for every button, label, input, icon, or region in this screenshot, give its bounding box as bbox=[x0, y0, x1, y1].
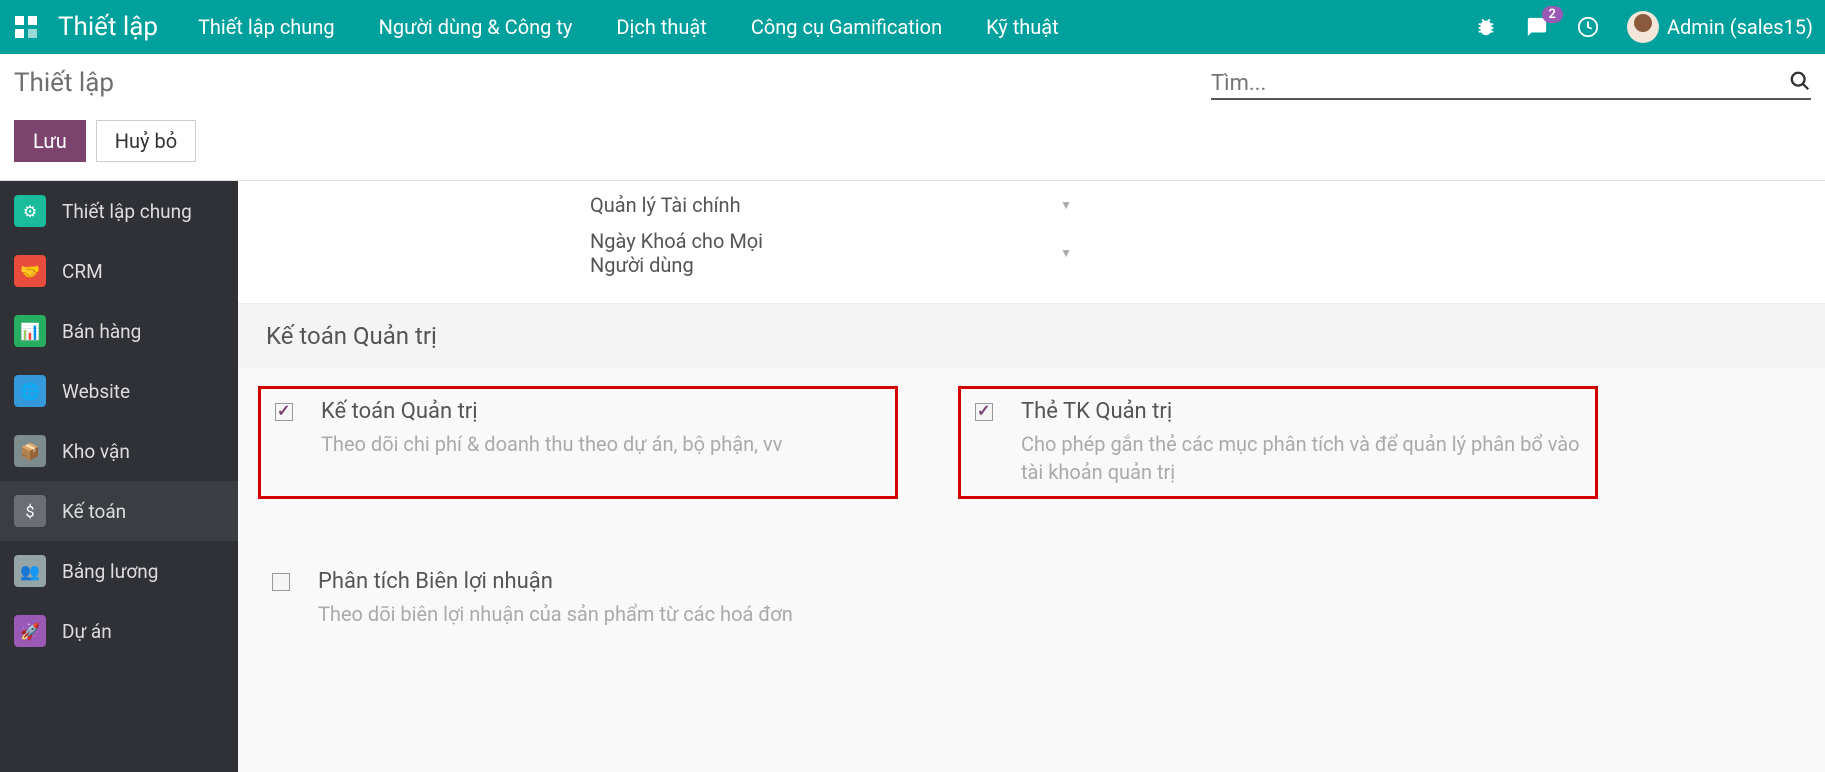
save-button[interactable]: Lưu bbox=[14, 120, 86, 162]
topbar: Thiết lập Thiết lập chung Người dùng & C… bbox=[0, 0, 1825, 54]
setting-checkbox[interactable] bbox=[975, 403, 993, 421]
sidebar-item-0[interactable]: ⚙ Thiết lập chung bbox=[0, 181, 238, 241]
setting-item-2: Phân tích Biên lợi nhuận Theo dõi biên lợ… bbox=[258, 559, 898, 638]
setting-item-0: Kế toán Quản trị Theo dõi chi phí & doanh… bbox=[258, 386, 898, 499]
apps-icon[interactable] bbox=[12, 13, 40, 41]
sidebar-item-7[interactable]: 🚀 Dự án bbox=[0, 601, 238, 661]
settings-sidebar: ⚙ Thiết lập chung 🤝 CRM 📊 Bán hàng 🌐 Website 📦 Kh… bbox=[0, 181, 238, 772]
sidebar-icon: 📦 bbox=[14, 435, 46, 467]
setting-desc: Cho phép gắn thẻ các mục phân tích và để… bbox=[1021, 430, 1581, 486]
setting-item-1: Thẻ TK Quản trị Cho phép gắn thẻ các mục … bbox=[958, 386, 1598, 499]
setting-body: Kế toán Quản trị Theo dõi chi phí & doanh… bbox=[321, 399, 782, 486]
section-title: Kế toán Quản trị bbox=[238, 303, 1825, 368]
brand-title[interactable]: Thiết lập bbox=[58, 12, 158, 42]
search-wrap bbox=[1211, 68, 1811, 100]
sidebar-item-label: Website bbox=[62, 380, 130, 403]
menu-general[interactable]: Thiết lập chung bbox=[198, 15, 335, 39]
activity-icon[interactable] bbox=[1577, 16, 1599, 38]
menu-users[interactable]: Người dùng & Công ty bbox=[379, 15, 573, 39]
sidebar-item-5[interactable]: $ Kế toán bbox=[0, 481, 238, 541]
topbar-right: 2 Admin (sales15) bbox=[1475, 11, 1813, 43]
avatar-icon bbox=[1627, 11, 1659, 43]
setting-body: Phân tích Biên lợi nhuận Theo dõi biên lợ… bbox=[318, 569, 793, 628]
messages-badge: 2 bbox=[1542, 6, 1563, 23]
sidebar-icon: 👥 bbox=[14, 555, 46, 587]
sidebar-item-1[interactable]: 🤝 CRM bbox=[0, 241, 238, 301]
menu-gamification[interactable]: Công cụ Gamification bbox=[751, 15, 942, 39]
search-input[interactable] bbox=[1211, 71, 1789, 96]
sidebar-item-label: Bán hàng bbox=[62, 320, 141, 343]
bug-icon[interactable] bbox=[1475, 16, 1497, 38]
setting-title: Phân tích Biên lợi nhuận bbox=[318, 569, 793, 594]
sidebar-icon: ⚙ bbox=[14, 195, 46, 227]
main-menu: Thiết lập chung Người dùng & Công ty Dịc… bbox=[198, 15, 1475, 39]
field-label: Ngày Khoá cho Mọi Người dùng bbox=[590, 229, 810, 277]
chevron-down-icon: ▼ bbox=[1060, 198, 1072, 212]
setting-checkbox[interactable] bbox=[272, 573, 290, 591]
sidebar-icon: 🚀 bbox=[14, 615, 46, 647]
chevron-down-icon: ▼ bbox=[1060, 246, 1072, 260]
breadcrumb[interactable]: Thiết lập bbox=[14, 68, 114, 98]
field-lock-date: Ngày Khoá cho Mọi Người dùng ▼ bbox=[590, 229, 1825, 277]
setting-body: Thẻ TK Quản trị Cho phép gắn thẻ các mục … bbox=[1021, 399, 1581, 486]
setting-title: Kế toán Quản trị bbox=[321, 399, 782, 424]
settings-content: Quản lý Tài chính ▼ Ngày Khoá cho Mọi Ng… bbox=[238, 181, 1825, 772]
sidebar-icon: 📊 bbox=[14, 315, 46, 347]
sidebar-icon: $ bbox=[14, 495, 46, 527]
sidebar-item-label: CRM bbox=[62, 260, 103, 283]
subheader: Thiết lập Lưu Huỷ bỏ bbox=[0, 54, 1825, 181]
sidebar-item-6[interactable]: 👥 Bảng lương bbox=[0, 541, 238, 601]
sidebar-item-3[interactable]: 🌐 Website bbox=[0, 361, 238, 421]
setting-title: Thẻ TK Quản trị bbox=[1021, 399, 1581, 424]
sidebar-item-label: Kho vận bbox=[62, 440, 130, 463]
menu-technical[interactable]: Kỹ thuật bbox=[986, 15, 1059, 39]
setting-checkbox[interactable] bbox=[275, 403, 293, 421]
menu-translations[interactable]: Dịch thuật bbox=[616, 15, 706, 39]
field-fiscal-advisor: Quản lý Tài chính ▼ bbox=[590, 189, 1825, 221]
user-name: Admin (sales15) bbox=[1667, 15, 1813, 39]
sidebar-item-2[interactable]: 📊 Bán hàng bbox=[0, 301, 238, 361]
fiscal-block: Quản lý Tài chính ▼ Ngày Khoá cho Mọi Ng… bbox=[238, 181, 1825, 303]
user-menu[interactable]: Admin (sales15) bbox=[1627, 11, 1813, 43]
messages-icon[interactable]: 2 bbox=[1525, 16, 1549, 38]
sidebar-item-label: Bảng lương bbox=[62, 560, 158, 583]
setting-desc: Theo dõi biên lợi nhuận của sản phẩm từ … bbox=[318, 600, 793, 628]
settings-grid: Kế toán Quản trị Theo dõi chi phí & doanh… bbox=[238, 368, 1825, 656]
search-icon[interactable] bbox=[1789, 70, 1811, 96]
sidebar-item-label: Thiết lập chung bbox=[62, 200, 192, 223]
discard-button[interactable]: Huỷ bỏ bbox=[96, 120, 196, 162]
field-select[interactable]: ▼ bbox=[810, 189, 1080, 221]
field-select[interactable]: ▼ bbox=[810, 237, 1080, 269]
sidebar-icon: 🌐 bbox=[14, 375, 46, 407]
sidebar-item-label: Kế toán bbox=[62, 500, 126, 523]
sidebar-item-label: Dự án bbox=[62, 620, 112, 643]
setting-desc: Theo dõi chi phí & doanh thu theo dự án,… bbox=[321, 430, 782, 458]
sidebar-item-4[interactable]: 📦 Kho vận bbox=[0, 421, 238, 481]
sidebar-icon: 🤝 bbox=[14, 255, 46, 287]
field-label: Quản lý Tài chính bbox=[590, 193, 810, 217]
